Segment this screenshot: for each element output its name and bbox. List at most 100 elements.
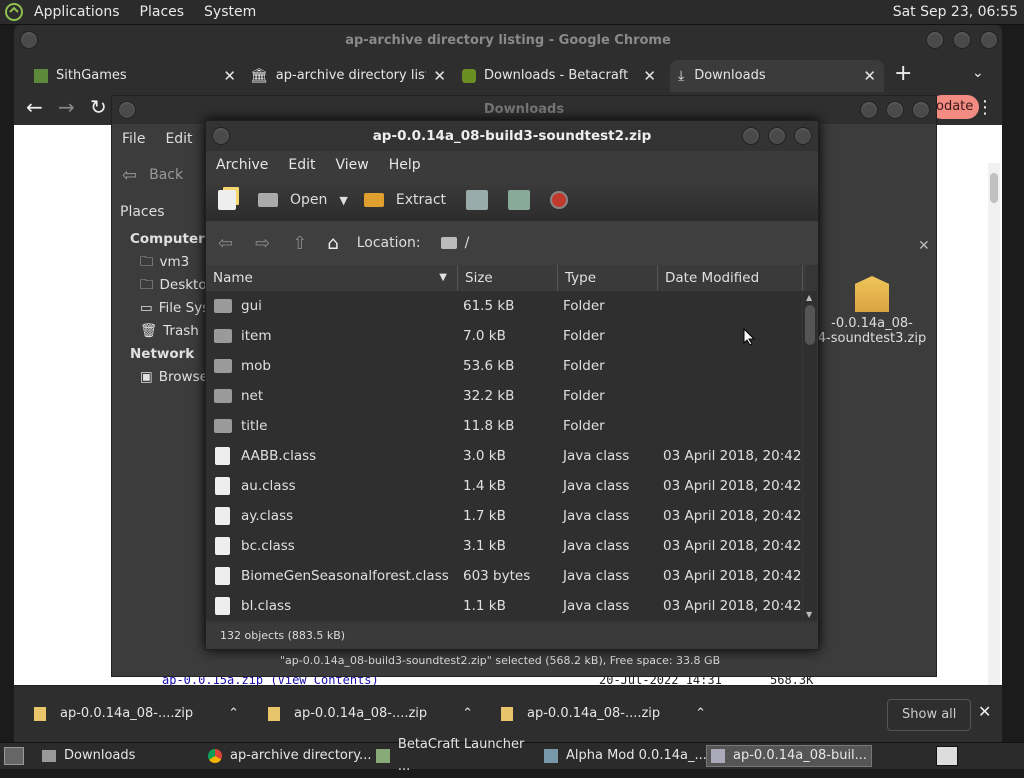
fm-maximize-button[interactable] <box>886 101 904 119</box>
up-icon[interactable]: ⇧ <box>292 233 307 254</box>
places-menu[interactable]: Places <box>130 0 195 24</box>
close-downloads-bar-icon[interactable]: ✕ <box>978 702 991 721</box>
file-row[interactable]: gui 61.5 kB Folder <box>206 291 802 321</box>
chevron-up-icon[interactable]: ⌃ <box>695 686 706 742</box>
reload-icon[interactable]: ↻ <box>90 95 107 119</box>
sidebar-item-desktop[interactable]: 🗀 Deskto <box>112 274 212 297</box>
java-class-file-icon <box>215 447 230 465</box>
file-type: Java class <box>563 538 630 554</box>
file-size: 1.7 kB <box>463 508 506 524</box>
column-date-modified[interactable]: Date Modified <box>658 265 803 291</box>
update-button[interactable]: odate <box>930 95 980 119</box>
list-scrollbar[interactable]: ▲ ▼ <box>803 291 817 621</box>
file-row[interactable]: AABB.class 3.0 kB Java class 03 April 2018,… <box>206 441 802 471</box>
file-row[interactable]: au.class 1.4 kB Java class 03 April 2018, 2… <box>206 471 802 501</box>
sidebar-item-browse-network[interactable]: ▣ Browse <box>112 366 212 389</box>
maximize-button[interactable] <box>953 31 971 49</box>
archive-menu[interactable]: Archive <box>206 151 278 179</box>
new-archive-icon[interactable] <box>218 190 236 210</box>
places-label[interactable]: Places <box>120 204 165 220</box>
sidebar-item-vm3[interactable]: 🗀 vm3 <box>112 251 212 274</box>
close-pane-icon[interactable]: ✕ <box>918 238 930 254</box>
ar-maximize-button[interactable] <box>768 127 786 145</box>
archive-toolbar: Open ▼ Extract <box>206 179 818 221</box>
forward-arrow-icon[interactable]: → <box>58 95 75 119</box>
fm-back-button[interactable]: ⇦ Back <box>122 162 183 188</box>
file-row[interactable]: ay.class 1.7 kB Java class 03 April 2018, 2… <box>206 501 802 531</box>
archive-icon <box>711 749 725 763</box>
file-row[interactable]: net 32.2 kB Folder <box>206 381 802 411</box>
back-arrow-icon[interactable]: ← <box>26 95 43 119</box>
tab-sithgames[interactable]: SithGames ✕ <box>34 60 236 92</box>
file-row[interactable]: bc.class 3.1 kB Java class 03 April 2018, 2… <box>206 531 802 561</box>
sidebar-item-label: Trash <box>163 323 199 339</box>
extract-button[interactable]: Extract <box>363 192 446 208</box>
open-dropdown-icon[interactable]: ▼ <box>339 194 347 207</box>
taskbar-item-chrome[interactable]: ap-archive directory... <box>204 745 372 767</box>
file-size: 3.1 kB <box>463 538 506 554</box>
stop-icon[interactable] <box>550 191 569 209</box>
tab-close-icon[interactable]: ✕ <box>223 60 236 92</box>
new-tab-button[interactable]: + <box>894 61 912 86</box>
tab-ap-archive[interactable]: 🏛 ap-archive directory listin ✕ <box>250 60 446 92</box>
file-row[interactable]: BiomeGenSeasonalforest.class 603 bytes Jav… <box>206 561 802 591</box>
betacraft-favicon-icon <box>462 69 476 83</box>
minimize-button[interactable] <box>926 31 944 49</box>
ar-close-button[interactable] <box>794 127 812 145</box>
tab-close-icon[interactable]: ✕ <box>643 60 656 92</box>
taskbar-item-archive[interactable]: ap-0.0.14a_08-buil... <box>706 745 872 767</box>
home-icon[interactable]: ⌂ <box>327 233 338 254</box>
show-desktop-icon[interactable] <box>4 747 24 765</box>
chevron-up-icon[interactable]: ⌃ <box>228 686 239 742</box>
forward-icon[interactable]: ⇨ <box>255 233 270 254</box>
column-name[interactable]: Name ▼ <box>206 265 458 291</box>
tab-betacraft[interactable]: Downloads - Betacraft ✕ <box>462 60 656 92</box>
tab-close-icon[interactable]: ✕ <box>433 60 446 92</box>
taskbar-item-alpha-mod[interactable]: Alpha Mod 0.0.14a_... <box>540 745 708 767</box>
taskbar-item-betacraft[interactable]: BetaCraft Launcher ... <box>372 737 540 774</box>
file-row[interactable]: mob 53.6 kB Folder <box>206 351 802 381</box>
column-size[interactable]: Size <box>458 265 558 291</box>
tab-downloads[interactable]: ⤓ Downloads ✕ <box>670 60 884 92</box>
file-size: 603 bytes <box>463 568 531 584</box>
back-icon[interactable]: ⇦ <box>218 233 233 254</box>
add-files-icon[interactable] <box>466 190 489 210</box>
fm-close-button[interactable] <box>912 101 930 119</box>
chrome-menu-kebab-icon[interactable]: ⋮ <box>976 97 994 118</box>
fm-menu-icon[interactable] <box>118 101 136 119</box>
close-button[interactable] <box>980 31 998 49</box>
applications-menu[interactable]: Applications <box>24 0 130 24</box>
open-button[interactable]: Open <box>258 192 327 208</box>
clock[interactable]: Sat Sep 23, 06:55 <box>883 0 1024 24</box>
file-row[interactable]: title 11.8 kB Folder <box>206 411 802 441</box>
distro-logo-icon[interactable] <box>4 2 24 22</box>
fm-minimize-button[interactable] <box>860 101 878 119</box>
tab-search-chevron-icon[interactable]: ⌄ <box>972 65 984 81</box>
sidebar-item-filesystem[interactable]: ▭ File Sys <box>112 297 212 320</box>
edit-menu[interactable]: Edit <box>278 151 325 179</box>
tab-close-icon[interactable]: ✕ <box>863 60 876 92</box>
system-menu[interactable]: System <box>194 0 266 24</box>
workspace-switcher[interactable] <box>936 746 958 766</box>
add-folder-icon[interactable] <box>508 190 531 210</box>
show-all-button[interactable]: Show all <box>887 699 972 731</box>
view-menu[interactable]: View <box>326 151 379 179</box>
ar-minimize-button[interactable] <box>742 127 760 145</box>
file-name: mob <box>241 358 271 374</box>
sidebar-item-trash[interactable]: 🗑 Trash <box>112 320 212 343</box>
file-type: Java class <box>563 478 630 494</box>
file-name: item <box>241 328 272 344</box>
column-type[interactable]: Type <box>558 265 658 291</box>
file-row[interactable]: bl.class 1.1 kB Java class 03 April 2018, 2… <box>206 591 802 621</box>
file-row[interactable]: item 7.0 kB Folder <box>206 321 802 351</box>
fm-edit-menu[interactable]: Edit <box>155 131 202 147</box>
taskbar-item-downloads[interactable]: Downloads <box>38 745 202 767</box>
download-item[interactable]: ap-0.0.14a_08-....zip ⌃ <box>34 686 239 742</box>
tab-label: SithGames <box>56 68 127 83</box>
ar-menu-icon[interactable] <box>212 127 230 145</box>
location-field[interactable]: / <box>440 235 469 251</box>
fm-file-menu[interactable]: File <box>112 131 155 147</box>
zip-file-item[interactable]: -0.0.14a_08- 4-soundtest3.zip <box>812 276 932 346</box>
help-menu[interactable]: Help <box>379 151 431 179</box>
page-scrollbar[interactable] <box>988 163 1000 685</box>
